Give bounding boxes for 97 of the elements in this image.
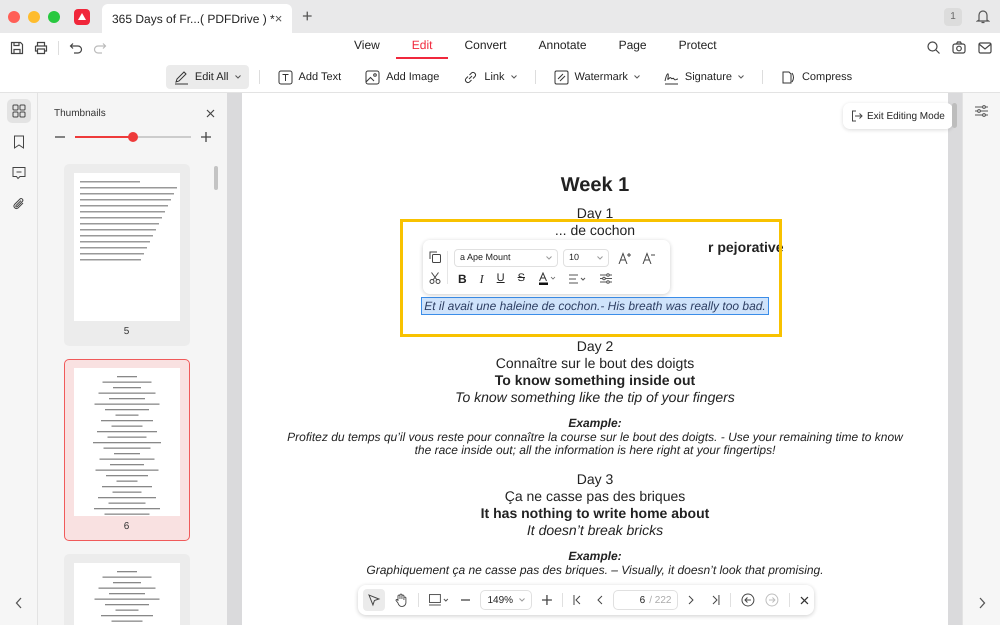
font-dropdown[interactable]: a Ape Mount bbox=[454, 249, 558, 267]
page-number: 6 bbox=[124, 520, 130, 534]
zoom-in-icon[interactable] bbox=[201, 132, 211, 142]
add-image-button[interactable]: Add Image bbox=[357, 65, 448, 89]
underline-button[interactable]: U bbox=[496, 273, 505, 284]
text-line: Day 2 bbox=[576, 338, 614, 355]
menu-tab[interactable]: Page bbox=[602, 36, 663, 59]
first-page-icon[interactable] bbox=[573, 595, 581, 605]
example-sentence: Profitez du temps qu’il vous reste pour connaître la course sur le bout des doigts. - Use your remaining time to know the race inside out; all the information is here right at your fingertips! bbox=[286, 431, 904, 457]
zoom-in-icon[interactable] bbox=[542, 595, 552, 605]
exit-icon bbox=[851, 110, 863, 122]
tab-title: 365 Days of Fr...( PDFDrive ) * bbox=[112, 10, 275, 28]
page-thumbnail[interactable]: 5 bbox=[64, 164, 190, 346]
italic-button[interactable]: I bbox=[480, 272, 484, 284]
text-line: Day 3 bbox=[576, 471, 614, 488]
heading: Week 1 bbox=[560, 173, 630, 197]
zoom-dropdown[interactable]: 149% bbox=[480, 590, 532, 610]
edit-all-button[interactable]: Edit All bbox=[166, 65, 249, 89]
close-tab-button[interactable]: × bbox=[274, 8, 282, 28]
close-icon[interactable] bbox=[800, 596, 809, 604]
paperclip-icon bbox=[12, 197, 26, 211]
font-size-dropdown[interactable]: 10 bbox=[563, 249, 609, 267]
copy-icon[interactable] bbox=[429, 250, 441, 262]
scrollbar[interactable] bbox=[214, 166, 218, 190]
settings-sliders-icon[interactable] bbox=[600, 273, 612, 284]
text-line: To know something inside out bbox=[494, 372, 696, 389]
text-line: Day 1 bbox=[576, 205, 614, 222]
camera-icon[interactable] bbox=[952, 41, 966, 54]
previous-page-icon[interactable] bbox=[596, 595, 603, 605]
menu-tab[interactable]: Annotate bbox=[522, 36, 603, 59]
thumbnails-tab[interactable] bbox=[6, 99, 30, 123]
page-thumbnail[interactable]: 6 bbox=[64, 359, 190, 541]
cut-icon[interactable] bbox=[429, 272, 441, 284]
page-number-field[interactable]: 6 / 222 bbox=[612, 590, 678, 610]
increase-font-icon[interactable] bbox=[618, 252, 631, 264]
next-page-icon[interactable] bbox=[688, 595, 694, 605]
text-line: It doesn’t break bricks bbox=[526, 522, 664, 539]
caret-icon bbox=[546, 256, 552, 260]
undo-icon[interactable] bbox=[69, 42, 83, 54]
thumbnails-icon bbox=[12, 104, 26, 118]
signature-button[interactable]: Signature bbox=[656, 65, 752, 89]
decrease-font-icon[interactable] bbox=[642, 252, 655, 264]
bookmark-icon bbox=[12, 135, 26, 149]
compress-icon bbox=[780, 70, 796, 84]
caret-icon bbox=[597, 256, 603, 260]
document-tab[interactable]: 365 Days of Fr...( PDFDrive ) *× bbox=[102, 4, 292, 33]
panel-title: Thumbnails bbox=[54, 107, 106, 121]
link-button[interactable]: Link bbox=[455, 65, 525, 89]
close-icon[interactable] bbox=[206, 109, 215, 118]
print-icon[interactable] bbox=[34, 40, 48, 54]
page-number: 5 bbox=[124, 325, 130, 339]
notification-count[interactable]: 1 bbox=[944, 8, 962, 26]
edit-icon bbox=[174, 70, 189, 84]
text-line: It has nothing to write home about bbox=[480, 505, 710, 522]
selected-text[interactable]: Et il avait une haleine de cochon.- His breath was really too bad. bbox=[422, 298, 768, 314]
scrollbar[interactable] bbox=[952, 103, 957, 128]
new-tab-button[interactable]: + bbox=[302, 3, 313, 30]
hand-icon[interactable] bbox=[394, 593, 408, 607]
last-page-icon[interactable] bbox=[712, 595, 720, 605]
example-label: Example: bbox=[568, 549, 622, 564]
display-mode-icon[interactable] bbox=[428, 594, 451, 606]
exit-editing-mode-button[interactable]: Exit Editing Mode bbox=[843, 103, 953, 129]
menu-tab[interactable]: View bbox=[338, 36, 396, 59]
align-icon[interactable] bbox=[568, 274, 587, 284]
image-icon bbox=[365, 70, 380, 84]
text-line: Connaître sur le bout des doigts bbox=[496, 355, 694, 372]
caret-icon bbox=[519, 598, 526, 602]
redo-icon bbox=[93, 42, 107, 54]
bell-icon[interactable] bbox=[976, 9, 990, 24]
app-logo-icon bbox=[74, 8, 90, 24]
watermark-button[interactable]: Watermark bbox=[546, 65, 648, 89]
menu-tab[interactable]: Protect bbox=[662, 36, 733, 59]
compress-button[interactable]: Compress bbox=[772, 65, 860, 89]
select-cursor-icon[interactable] bbox=[363, 589, 385, 611]
add-text-button[interactable]: Add Text bbox=[270, 65, 350, 89]
save-icon[interactable] bbox=[10, 40, 24, 54]
expand-chevron-icon[interactable] bbox=[978, 597, 986, 609]
search-icon[interactable] bbox=[927, 41, 940, 54]
properties-sliders-icon[interactable] bbox=[975, 105, 988, 117]
watermark-icon bbox=[554, 70, 569, 84]
back-icon[interactable] bbox=[741, 593, 756, 607]
link-icon bbox=[463, 70, 478, 84]
bold-button[interactable]: B bbox=[458, 272, 467, 284]
example-label: Example: bbox=[568, 416, 622, 431]
strikethrough-button[interactable]: S bbox=[518, 273, 525, 284]
text-line: Ça ne casse pas des briques bbox=[504, 488, 686, 505]
text-line: ... de cochon bbox=[554, 222, 636, 239]
text-line: To know something like the tip of your fingers bbox=[455, 389, 735, 406]
slider-thumb[interactable] bbox=[128, 132, 138, 142]
example-sentence: Graphiquement ça ne casse pas des briques. – Visually, it doesn’t look that promising. bbox=[365, 564, 825, 577]
collapse-chevron-icon[interactable] bbox=[14, 597, 22, 609]
menu-tab[interactable]: Edit bbox=[396, 36, 448, 59]
text-color-icon[interactable] bbox=[538, 272, 556, 285]
comment-icon bbox=[12, 166, 26, 180]
mail-icon[interactable] bbox=[978, 42, 992, 54]
menu-tab[interactable]: Convert bbox=[448, 36, 523, 59]
text-icon bbox=[278, 70, 293, 84]
